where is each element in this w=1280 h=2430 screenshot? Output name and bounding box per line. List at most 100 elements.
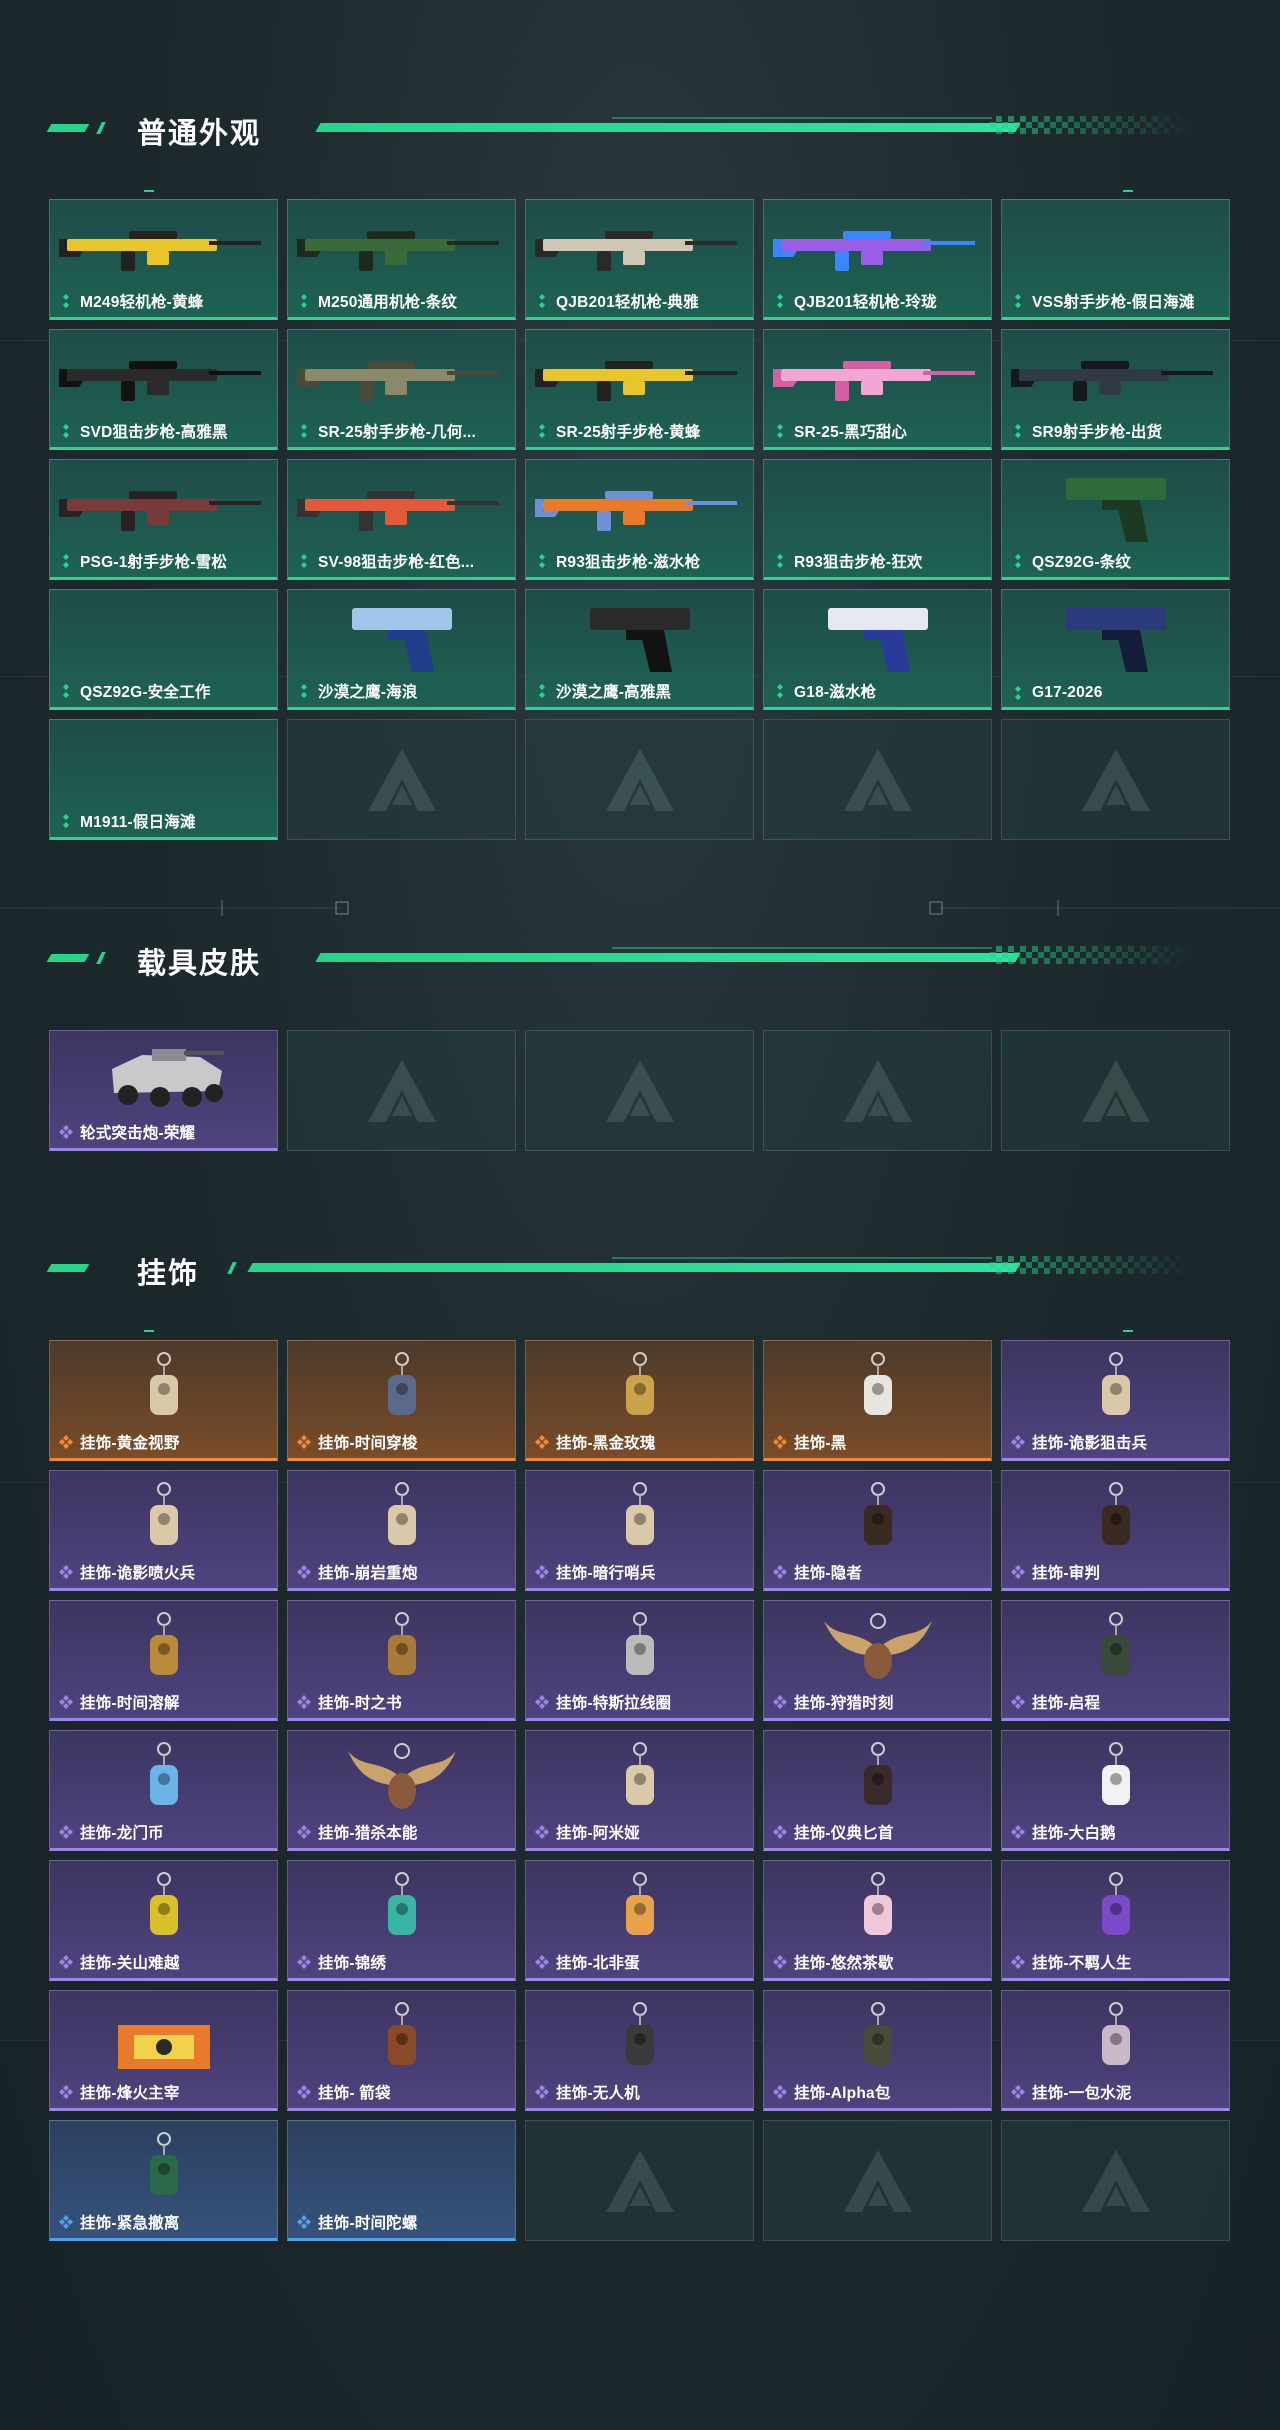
header-dash: [96, 122, 106, 134]
item-card[interactable]: M250通用机枪-条纹: [287, 199, 516, 320]
item-card[interactable]: QSZ92G-安全工作: [49, 589, 278, 710]
item-card[interactable]: 挂饰-时之书: [287, 1600, 516, 1721]
item-card[interactable]: 挂饰-黄金视野: [49, 1340, 278, 1461]
item-label: 轮式突击炮-荣耀: [80, 1125, 196, 1142]
brand-logo-icon: [605, 748, 674, 811]
charm-figure-icon: [625, 1482, 654, 1545]
item-image: [50, 1039, 277, 1117]
item-label: 挂饰-启程: [1032, 1695, 1101, 1712]
item-card[interactable]: SVD狙击步枪-高雅黑: [49, 329, 278, 450]
rarity-green-icon: [539, 554, 545, 568]
item-card[interactable]: 挂饰-诡影喷火兵: [49, 1470, 278, 1591]
rarity-purple-icon: [297, 1825, 311, 1839]
rarity-green-icon: [1015, 686, 1021, 700]
item-card[interactable]: 挂饰-时间穿梭: [287, 1340, 516, 1461]
item-image: [288, 1739, 515, 1817]
item-card[interactable]: 挂饰-暗行哨兵: [525, 1470, 754, 1591]
item-card[interactable]: PSG-1射手步枪-雪松: [49, 459, 278, 580]
header-bar-thin: [612, 117, 992, 119]
item-card[interactable]: 挂饰-烽火主宰: [49, 1990, 278, 2111]
item-card[interactable]: 挂饰-阿米娅: [525, 1730, 754, 1851]
item-image: [50, 2129, 277, 2207]
item-label: M1911-假日海滩: [80, 814, 196, 831]
item-label: 挂饰-时之书: [318, 1695, 402, 1712]
rarity-green-icon: [1015, 554, 1021, 568]
item-card[interactable]: M1911-假日海滩: [49, 719, 278, 840]
item-card[interactable]: 挂饰-悠然茶歇: [763, 1860, 992, 1981]
item-card[interactable]: 挂饰-黑金玫瑰: [525, 1340, 754, 1461]
item-image: [764, 1739, 991, 1817]
item-card[interactable]: G17-2026: [1001, 589, 1230, 710]
item-label-row: 挂饰-一包水泥: [1010, 2081, 1132, 2103]
item-card[interactable]: 挂饰-崩岩重炮: [287, 1470, 516, 1591]
item-label-row: 沙漠之鹰-海浪: [296, 680, 418, 702]
item-image: [288, 2129, 515, 2207]
header-dash: [46, 124, 90, 132]
item-card[interactable]: 挂饰- 箭袋: [287, 1990, 516, 2111]
item-card[interactable]: SV-98狙击步枪-红色...: [287, 459, 516, 580]
item-image: [526, 1479, 753, 1557]
item-image: [50, 1349, 277, 1427]
header-dash: [46, 1264, 90, 1272]
charm-rose-icon: [625, 1352, 654, 1415]
item-card[interactable]: QJB201轻机枪-玲珑: [763, 199, 992, 320]
item-label: G17-2026: [1032, 684, 1103, 701]
item-card[interactable]: 沙漠之鹰-高雅黑: [525, 589, 754, 710]
item-card[interactable]: R93狙击步枪-狂欢: [763, 459, 992, 580]
item-card[interactable]: M249轻机枪-黄蜂: [49, 199, 278, 320]
rarity-purple-icon: [1011, 1565, 1025, 1579]
item-card[interactable]: G18-滋水枪: [763, 589, 992, 710]
item-label: 挂饰-阿米娅: [556, 1825, 640, 1842]
item-card[interactable]: R93狙击步枪-滋水枪: [525, 459, 754, 580]
item-card[interactable]: 沙漠之鹰-海浪: [287, 589, 516, 710]
item-card[interactable]: 挂饰-关山难越: [49, 1860, 278, 1981]
item-label-row: SR-25射手步枪-几何...: [296, 420, 476, 442]
sniper-water-icon: [534, 491, 737, 531]
item-card[interactable]: 挂饰-龙门币: [49, 1730, 278, 1851]
item-card[interactable]: 挂饰-诡影狙击兵: [1001, 1340, 1230, 1461]
item-card[interactable]: 挂饰-特斯拉线圈: [525, 1600, 754, 1721]
item-label: SR-25射手步枪-几何...: [318, 424, 477, 441]
item-card[interactable]: 挂饰-紧急撤离: [49, 2120, 278, 2241]
item-card[interactable]: 轮式突击炮-荣耀: [49, 1030, 278, 1151]
item-card[interactable]: 挂饰-仪典匕首: [763, 1730, 992, 1851]
header-bar-thin: [612, 1257, 992, 1259]
item-card[interactable]: 挂饰-无人机: [525, 1990, 754, 2111]
lmg-green-icon: [296, 231, 499, 271]
item-image: [288, 208, 515, 286]
item-card[interactable]: SR9射手步枪-出货: [1001, 329, 1230, 450]
item-card[interactable]: SR-25射手步枪-几何...: [287, 329, 516, 450]
item-card[interactable]: 挂饰-时间陀螺: [287, 2120, 516, 2241]
item-card[interactable]: QJB201轻机枪-典雅: [525, 199, 754, 320]
item-card[interactable]: SR-25射手步枪-黄蜂: [525, 329, 754, 450]
item-card[interactable]: VSS射手步枪-假日海滩: [1001, 199, 1230, 320]
item-card[interactable]: 挂饰-狩猎时刻: [763, 1600, 992, 1721]
item-card[interactable]: 挂饰-启程: [1001, 1600, 1230, 1721]
item-card[interactable]: 挂饰-一包水泥: [1001, 1990, 1230, 2111]
header-checker: [990, 116, 1195, 134]
charm-card-icon: [1101, 1482, 1130, 1545]
item-card[interactable]: SR-25-黑巧甜心: [763, 329, 992, 450]
empty-slot: [763, 2120, 992, 2241]
item-image: [526, 1739, 753, 1817]
item-card[interactable]: 挂饰-黑: [763, 1340, 992, 1461]
item-image: [764, 598, 991, 676]
item-card[interactable]: 挂饰-不羁人生: [1001, 1860, 1230, 1981]
item-card[interactable]: 挂饰-锦绣: [287, 1860, 516, 1981]
rarity-purple-icon: [59, 1695, 73, 1709]
item-card[interactable]: 挂饰-北非蛋: [525, 1860, 754, 1981]
item-card[interactable]: 挂饰-大白鹅: [1001, 1730, 1230, 1851]
item-card[interactable]: 挂饰-审判: [1001, 1470, 1230, 1591]
item-card[interactable]: QSZ92G-条纹: [1001, 459, 1230, 580]
rarity-green-icon: [539, 684, 545, 698]
header-tick: [1123, 190, 1133, 192]
rarity-purple-icon: [59, 1955, 73, 1969]
item-card[interactable]: 挂饰-时间溶解: [49, 1600, 278, 1721]
item-label: SR9射手步枪-出货: [1032, 424, 1163, 441]
header-bar: [315, 123, 1021, 132]
item-card[interactable]: 挂饰-隐者: [763, 1470, 992, 1591]
item-label: QSZ92G-条纹: [1032, 554, 1132, 571]
item-card[interactable]: 挂饰-Alpha包: [763, 1990, 992, 2111]
charm-figure-icon: [149, 1482, 178, 1545]
item-card[interactable]: 挂饰-猎杀本能: [287, 1730, 516, 1851]
